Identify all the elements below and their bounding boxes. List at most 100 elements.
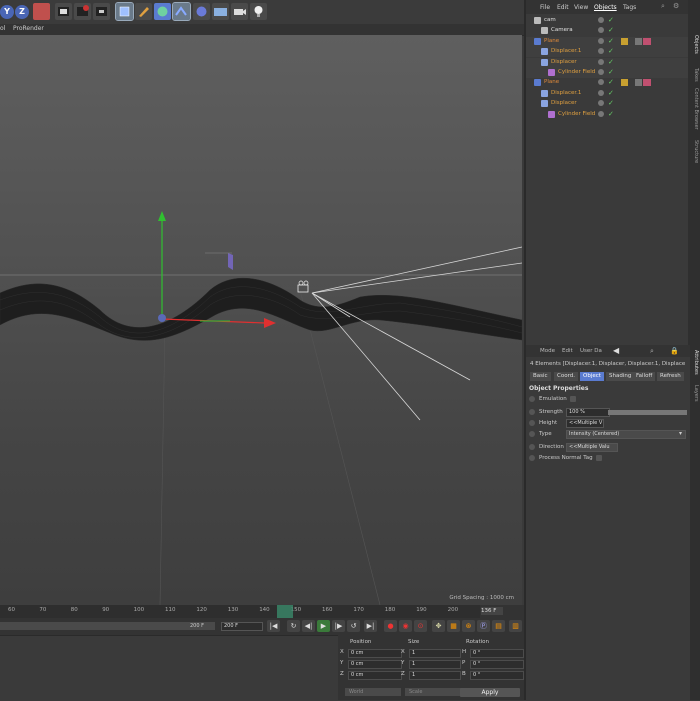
tag-icon[interactable]: [621, 79, 628, 87]
scale-dropdown[interactable]: Scale: [405, 688, 461, 696]
pla-key-icon[interactable]: ▤: [492, 620, 505, 632]
tab-coord[interactable]: Coord.: [554, 372, 578, 381]
visibility-toggle[interactable]: [598, 79, 604, 86]
keyframe-dot[interactable]: [529, 444, 535, 450]
process-normal-checkbox[interactable]: [596, 455, 602, 461]
object-row[interactable]: Displacer ✓: [526, 99, 690, 109]
keyframe-dot[interactable]: [529, 455, 535, 461]
undo-icon[interactable]: [33, 3, 50, 20]
filter-icon[interactable]: ⚙: [673, 2, 679, 10]
object-row[interactable]: Plane ✓: [526, 78, 690, 88]
end-frame-field[interactable]: 200 F: [221, 622, 263, 631]
rotation-input[interactable]: 0 °: [470, 649, 524, 658]
strength-slider[interactable]: [608, 410, 687, 415]
object-row[interactable]: cam ✓: [526, 16, 690, 26]
field-icon[interactable]: [193, 3, 210, 20]
tab-content-browser[interactable]: Content Browser: [689, 88, 699, 130]
tag-icon[interactable]: [643, 37, 651, 45]
tag-icon[interactable]: [635, 37, 642, 45]
object-row[interactable]: Displacer ✓: [526, 57, 690, 68]
z-axis-button[interactable]: Z: [15, 5, 29, 19]
render-view-icon[interactable]: [74, 3, 91, 20]
timeline-keys-area[interactable]: [0, 635, 338, 701]
lock-icon[interactable]: 🔒: [670, 347, 679, 355]
y-axis-arrow[interactable]: [158, 211, 166, 221]
displaced-plane-mesh[interactable]: [0, 277, 522, 341]
menu-edit[interactable]: Edit: [557, 4, 569, 11]
emulation-checkbox[interactable]: [570, 396, 576, 402]
cycle-icon[interactable]: ↺: [347, 620, 360, 632]
goto-end-icon[interactable]: ▶|: [364, 620, 377, 632]
height-input[interactable]: <<Multiple V: [566, 419, 604, 428]
enabled-checkmark-icon[interactable]: ✓: [608, 58, 614, 66]
enabled-checkmark-icon[interactable]: ✓: [608, 37, 614, 45]
next-key-icon[interactable]: |▶: [332, 620, 345, 632]
enabled-checkmark-icon[interactable]: ✓: [608, 26, 614, 34]
enabled-checkmark-icon[interactable]: ✓: [608, 47, 614, 55]
viewport-menu-item[interactable]: ol: [0, 25, 5, 32]
enabled-checkmark-icon[interactable]: ✓: [608, 78, 614, 86]
visibility-toggle[interactable]: [598, 69, 604, 75]
camera-object-icon[interactable]: [297, 280, 309, 293]
tab-refresh[interactable]: Refresh: [657, 372, 684, 381]
position-input[interactable]: 0 cm: [348, 649, 402, 658]
size-input[interactable]: 1: [409, 649, 461, 658]
search-icon[interactable]: ⌕: [661, 2, 665, 11]
move-key-icon[interactable]: ✥: [432, 620, 445, 632]
camera-icon[interactable]: [231, 3, 248, 20]
deformer-icon[interactable]: [172, 2, 191, 21]
render-settings-icon[interactable]: [93, 3, 110, 20]
position-input[interactable]: 0 cm: [348, 660, 402, 669]
enabled-checkmark-icon[interactable]: ✓: [608, 110, 614, 118]
back-arrow-icon[interactable]: ◀: [613, 346, 619, 355]
tag-icon[interactable]: [643, 79, 651, 87]
attr-menu-edit[interactable]: Edit: [562, 348, 573, 354]
autokey-icon[interactable]: ◉: [399, 620, 412, 632]
enabled-checkmark-icon[interactable]: ✓: [608, 68, 614, 76]
tab-attributes[interactable]: Attributes: [689, 350, 699, 375]
play-icon[interactable]: ▶: [317, 620, 330, 632]
tag-icon[interactable]: [621, 37, 628, 45]
tab-falloff[interactable]: Falloff: [633, 372, 656, 381]
object-row[interactable]: Plane ✓: [526, 36, 690, 47]
tab-basic[interactable]: Basic: [530, 372, 551, 381]
tab-object[interactable]: Object: [580, 372, 604, 381]
render-region-icon[interactable]: [55, 3, 72, 20]
cube-icon[interactable]: [115, 2, 134, 21]
visibility-toggle[interactable]: [598, 17, 604, 23]
tag-icon[interactable]: [635, 79, 642, 87]
object-tags[interactable]: [621, 79, 651, 87]
rotation-input[interactable]: 0 °: [470, 660, 524, 669]
visibility-toggle[interactable]: [598, 37, 604, 44]
size-input[interactable]: 1: [409, 671, 461, 680]
param-key-icon[interactable]: Ⓟ: [477, 620, 490, 632]
current-frame-field[interactable]: 136 F: [481, 607, 503, 615]
timeline-ruler[interactable]: 60 70 80 90 100 110 120 130 140 150 160 170 180 190 20…: [0, 605, 480, 618]
scale-key-icon[interactable]: ▦: [447, 620, 460, 632]
menu-view[interactable]: View: [574, 4, 588, 11]
enabled-checkmark-icon[interactable]: ✓: [608, 99, 614, 107]
object-row[interactable]: Displacer.1 ✓: [526, 47, 690, 58]
apply-button[interactable]: Apply: [460, 688, 520, 697]
enabled-checkmark-icon[interactable]: ✓: [608, 89, 614, 97]
position-input[interactable]: 0 cm: [348, 671, 402, 680]
light-icon[interactable]: [250, 3, 267, 20]
x-axis-arrow[interactable]: [264, 318, 276, 328]
record-icon[interactable]: ●: [384, 620, 397, 632]
viewport-menu-prorender[interactable]: ProRender: [13, 25, 44, 32]
visibility-toggle[interactable]: [598, 58, 604, 65]
enabled-checkmark-icon[interactable]: ✓: [608, 16, 614, 24]
3d-viewport[interactable]: Grid Spacing : 1000 cm: [0, 35, 522, 605]
visibility-toggle[interactable]: [598, 89, 604, 96]
object-row[interactable]: Camera ✓: [526, 26, 690, 36]
frame-range-slider[interactable]: [0, 622, 215, 630]
playhead-marker[interactable]: [277, 605, 293, 618]
visibility-toggle[interactable]: [598, 100, 604, 107]
rotate-key-icon[interactable]: ⊛: [462, 620, 475, 632]
menu-objects[interactable]: Objects: [594, 4, 617, 11]
search-attr-icon[interactable]: ⌕: [650, 347, 654, 356]
attr-menu-mode[interactable]: Mode: [540, 348, 555, 354]
direction-dropdown[interactable]: <<Multiple Valu: [566, 443, 618, 452]
keyframe-selection-icon[interactable]: ⊙: [414, 620, 427, 632]
tab-layers[interactable]: Layers: [689, 385, 699, 402]
